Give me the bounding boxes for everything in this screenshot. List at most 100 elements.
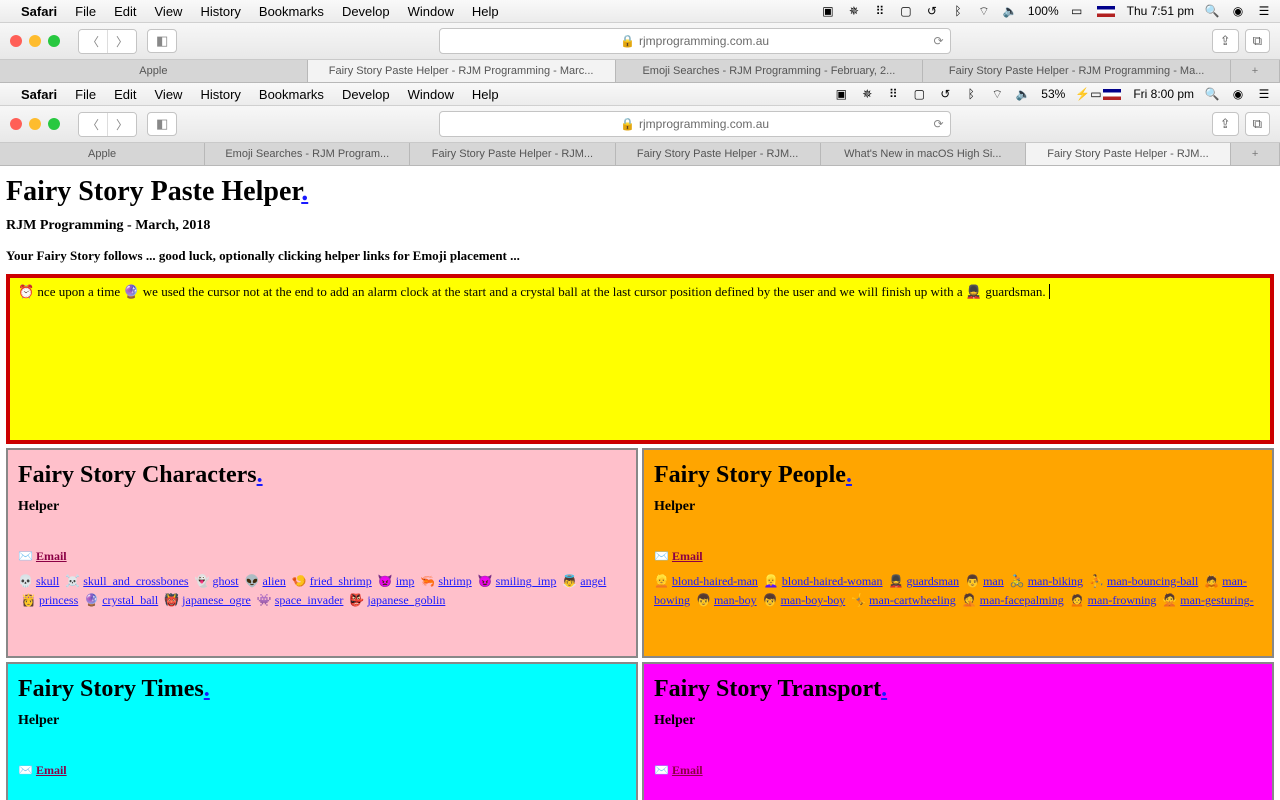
menu-view[interactable]: View [146,4,192,19]
tab-fairy-b[interactable]: Fairy Story Paste Helper - RJM... [616,143,821,165]
tabs-button[interactable]: ⧉ [1245,29,1270,53]
tab-whatsnew[interactable]: What's New in macOS High Si... [821,143,1026,165]
menu-history[interactable]: History [191,4,249,19]
tab-fairy-c[interactable]: Fairy Story Paste Helper - RJM... [1026,143,1231,165]
menu-bookmarks[interactable]: Bookmarks [250,4,333,19]
email-link[interactable]: Email [36,763,67,777]
emoji-link[interactable]: man-bouncing-ball [1107,574,1198,588]
status-icon[interactable]: ⠿ [872,4,888,18]
flag-icon[interactable] [1103,89,1121,100]
title-link[interactable]: . [257,462,263,488]
emoji-link[interactable]: japanese_goblin [367,593,445,607]
title-link[interactable]: . [881,676,887,702]
reload-icon[interactable]: ⟳ [934,34,944,48]
sidebar-button[interactable]: ◧ [147,112,177,136]
menu-window[interactable]: Window [399,4,463,19]
notifications-icon[interactable]: ☰ [1256,87,1272,101]
tab-fairy-2[interactable]: Fairy Story Paste Helper - RJM Programmi… [923,60,1231,82]
forward-button[interactable]: 〉 [107,113,136,136]
back-button[interactable]: 〈 [79,30,107,53]
share-button[interactable]: ⇪ [1212,29,1239,53]
siri-icon[interactable]: ◉ [1230,87,1246,101]
clock[interactable]: Thu 7:51 pm [1127,4,1194,18]
emoji-link[interactable]: guardsman [906,574,959,588]
address-bar[interactable]: 🔒 rjmprogramming.com.au ⟳ [439,28,951,54]
emoji-link[interactable]: shrimp [438,574,471,588]
email-link[interactable]: Email [672,763,703,777]
menu-bookmarks[interactable]: Bookmarks [250,87,333,102]
close-button[interactable] [10,118,22,130]
battery-percent[interactable]: 100% [1028,4,1059,18]
emoji-link[interactable]: skull [36,574,59,588]
emoji-link[interactable]: man-biking [1028,574,1083,588]
emoji-link[interactable]: blond-haired-woman [782,574,883,588]
emoji-link[interactable]: man-facepalming [980,593,1064,607]
story-textarea[interactable]: ⏰ nce upon a time 🔮 we used the cursor n… [6,274,1274,444]
forward-button[interactable]: 〉 [107,30,136,53]
minimize-button[interactable] [29,35,41,47]
email-link[interactable]: Email [36,549,67,563]
wifi-icon[interactable]: ⌔ [989,87,1005,102]
title-link[interactable]: . [204,676,210,702]
tab-fairy-a[interactable]: Fairy Story Paste Helper - RJM... [410,143,615,165]
menu-window[interactable]: Window [399,87,463,102]
bluetooth-icon[interactable]: ᛒ [950,4,966,18]
spotlight-icon[interactable]: 🔍 [1204,87,1220,101]
tab-emoji[interactable]: Emoji Searches - RJM Programming - Febru… [616,60,924,82]
timemachine-icon[interactable]: ↺ [924,4,940,18]
status-icon[interactable]: ▣ [833,87,849,101]
emoji-link[interactable]: japanese_ogre [182,593,251,607]
new-tab-button[interactable]: + [1231,143,1280,165]
minimize-button[interactable] [29,118,41,130]
menu-develop[interactable]: Develop [333,87,399,102]
timemachine-icon[interactable]: ↺ [937,87,953,101]
address-bar[interactable]: 🔒 rjmprogramming.com.au ⟳ [439,111,951,137]
emoji-link[interactable]: ghost [213,574,239,588]
reload-icon[interactable]: ⟳ [934,117,944,131]
airplay-icon[interactable]: ▢ [911,87,927,101]
siri-icon[interactable]: ◉ [1230,4,1246,18]
emoji-link[interactable]: crystal_ball [102,593,158,607]
emoji-link[interactable]: space_invader [275,593,344,607]
emoji-link[interactable]: alien [263,574,286,588]
share-button[interactable]: ⇪ [1212,112,1239,136]
tab-apple[interactable]: Apple [0,143,205,165]
new-tab-button[interactable]: + [1231,60,1280,82]
battery-charging-icon[interactable]: ⚡▭ [1075,87,1091,101]
zoom-button[interactable] [48,118,60,130]
menu-develop[interactable]: Develop [333,4,399,19]
bluetooth-icon[interactable]: ᛒ [963,87,979,101]
tab-emoji[interactable]: Emoji Searches - RJM Program... [205,143,410,165]
status-icon[interactable]: ⠿ [885,87,901,101]
tab-fairy-1[interactable]: Fairy Story Paste Helper - RJM Programmi… [308,60,616,82]
volume-icon[interactable]: 🔈 [1002,4,1018,18]
status-icon[interactable]: ✵ [859,87,875,101]
menu-help[interactable]: Help [463,4,508,19]
menu-history[interactable]: History [191,87,249,102]
menu-edit[interactable]: Edit [105,4,145,19]
email-link[interactable]: Email [672,549,703,563]
status-icon[interactable]: ✵ [846,4,862,18]
emoji-link[interactable]: man-gesturing- [1180,593,1253,607]
emoji-link[interactable]: man [983,574,1004,588]
airplay-icon[interactable]: ▢ [898,4,914,18]
menu-edit[interactable]: Edit [105,87,145,102]
menu-file[interactable]: File [66,87,105,102]
volume-icon[interactable]: 🔈 [1015,87,1031,101]
title-link[interactable]: . [846,462,852,488]
menu-view[interactable]: View [146,87,192,102]
title-link[interactable]: . [301,176,308,207]
tab-apple[interactable]: Apple [0,60,308,82]
menu-file[interactable]: File [66,4,105,19]
emoji-link[interactable]: skull_and_crossbones [83,574,188,588]
notifications-icon[interactable]: ☰ [1256,4,1272,18]
emoji-link[interactable]: princess [39,593,78,607]
emoji-link[interactable]: man-boy [714,593,757,607]
emoji-link[interactable]: angel [580,574,606,588]
flag-icon[interactable] [1097,6,1115,17]
battery-icon[interactable]: ▭ [1069,4,1085,18]
close-button[interactable] [10,35,22,47]
emoji-link[interactable]: imp [396,574,415,588]
sidebar-button[interactable]: ◧ [147,29,177,53]
emoji-link[interactable]: fried_shrimp [310,574,372,588]
